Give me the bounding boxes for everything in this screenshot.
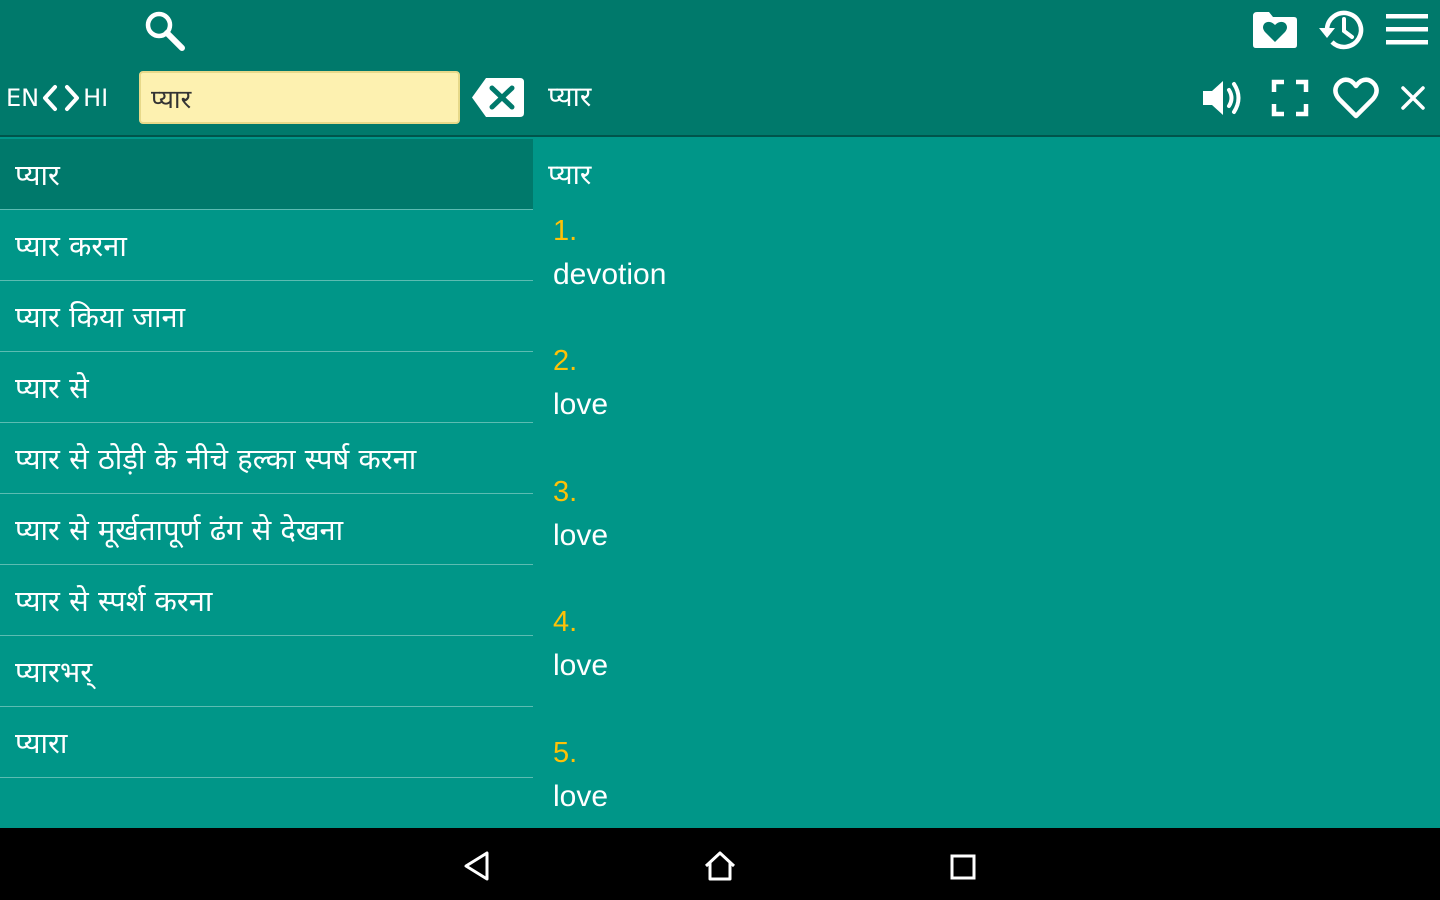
divider bbox=[0, 135, 1440, 137]
close-icon[interactable] bbox=[1400, 85, 1426, 111]
chevron-left-icon bbox=[43, 85, 58, 111]
sense-text[interactable]: devotion bbox=[553, 258, 666, 292]
sense-text[interactable]: love bbox=[553, 780, 608, 814]
recents-icon[interactable] bbox=[950, 854, 976, 880]
speaker-icon[interactable] bbox=[1200, 76, 1248, 120]
search-input[interactable] bbox=[139, 71, 460, 124]
language-switcher[interactable]: EN HI bbox=[6, 80, 108, 116]
list-item[interactable]: प्यार किया जाना bbox=[0, 281, 533, 352]
sense-number: 3. bbox=[553, 476, 578, 508]
fullscreen-icon[interactable] bbox=[1271, 79, 1309, 117]
sense-number: 1. bbox=[553, 215, 578, 247]
list-item[interactable]: प्यार से स्पर्श करना bbox=[0, 565, 533, 636]
definition-panel: प्यार 1. devotion 2. love 3. love 4. lov… bbox=[533, 139, 1440, 828]
heart-icon[interactable] bbox=[1332, 75, 1380, 121]
home-icon[interactable] bbox=[703, 849, 737, 883]
results-list: प्यार प्यार करना प्यार किया जाना प्यार स… bbox=[0, 139, 533, 828]
clear-search-button[interactable] bbox=[470, 76, 526, 119]
list-item[interactable]: प्यार bbox=[0, 139, 533, 210]
favorites-folder-icon[interactable] bbox=[1251, 10, 1299, 50]
source-language: EN bbox=[6, 84, 40, 112]
sense-text[interactable]: love bbox=[553, 649, 608, 683]
list-item[interactable]: प्यारभर् bbox=[0, 636, 533, 707]
search-icon[interactable] bbox=[142, 8, 188, 52]
sense-number: 4. bbox=[553, 606, 578, 638]
history-icon[interactable] bbox=[1315, 6, 1367, 54]
list-item[interactable]: प्यार से ठोड़ी के नीचे हल्का स्पर्ष करना bbox=[0, 423, 533, 494]
back-icon[interactable] bbox=[462, 850, 492, 882]
sense-number: 2. bbox=[553, 345, 578, 377]
list-item[interactable]: प्यार से bbox=[0, 352, 533, 423]
menu-icon[interactable] bbox=[1384, 12, 1430, 48]
sense-text[interactable]: love bbox=[553, 519, 608, 553]
header-word: प्यार bbox=[548, 80, 592, 113]
list-item[interactable]: प्यारा bbox=[0, 707, 533, 778]
list-item[interactable]: प्यार करना bbox=[0, 210, 533, 281]
sense-number: 5. bbox=[553, 737, 578, 769]
list-item[interactable]: प्यार से मूर्खतापूर्ण ढंग से देखना bbox=[0, 494, 533, 565]
chevron-right-icon bbox=[65, 85, 80, 111]
definition-word: प्यार bbox=[548, 158, 592, 191]
sense-text[interactable]: love bbox=[553, 388, 608, 422]
target-language: HI bbox=[83, 84, 109, 112]
